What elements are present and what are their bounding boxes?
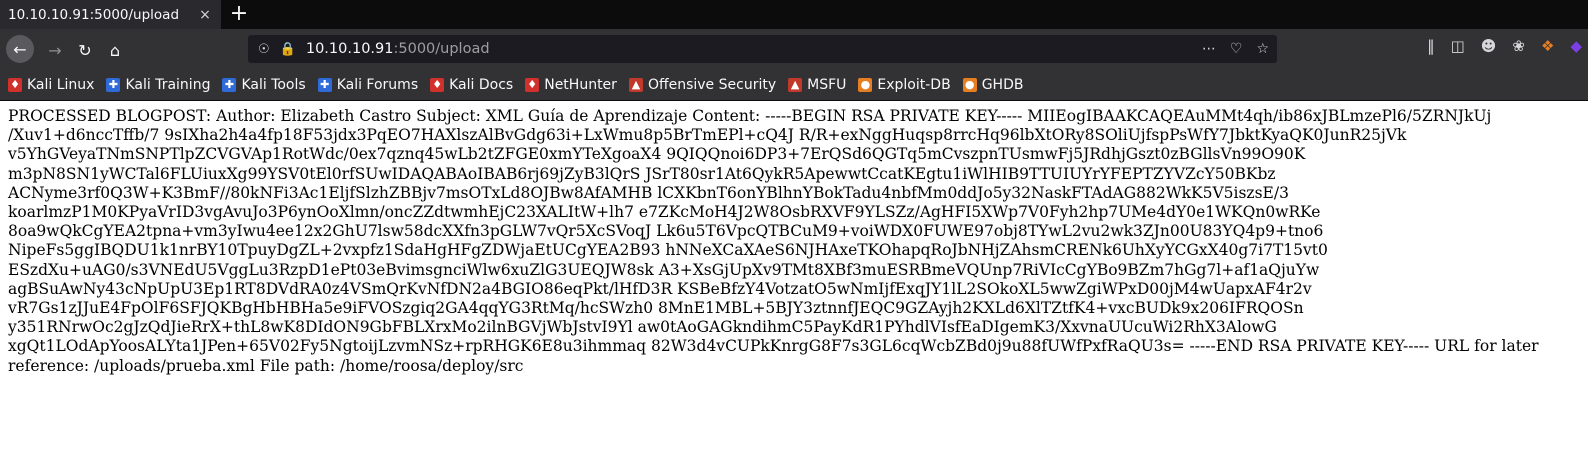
kali-icon: ♦ xyxy=(8,78,22,92)
url-path: :5000/upload xyxy=(393,41,490,57)
content-line: ACNyme3rf0Q3W+K3BmF//80kNFi3Ac1EljfSlzhZ… xyxy=(8,183,1289,202)
offsec-icon: ▲ xyxy=(628,78,643,92)
ghdb-icon: ● xyxy=(962,78,977,92)
content-line: /Xuv1+d6nccTffb/7 9sIXha2h4a4fp18F53jdx3… xyxy=(8,126,1407,145)
account-icon[interactable]: ☻ xyxy=(1481,37,1497,63)
content-line: koarlmzP1M0KPyaVrID3vgAvuJo3P6ynOoXlmn/o… xyxy=(8,203,1321,222)
tracking-shield-icon[interactable]: ☉ xyxy=(258,42,270,57)
msfu-icon: ▲ xyxy=(788,78,803,92)
tab-upload[interactable]: 10.10.10.91:5000/upload × xyxy=(0,0,221,29)
address-bar[interactable]: ☉ 🔒 10.10.10.91:5000/upload ⋯ ♡ ☆ xyxy=(248,35,1277,63)
kali-forums-icon: ✚ xyxy=(317,78,332,92)
content-line: NipeFs5ggIBQDU1k1nrBY10TpuyDgZL+2vxpfz1S… xyxy=(8,241,1328,260)
content-line: 8oa9wQkCgYEA2tpna+vm3yIwu4ee12x2GhU7lsw5… xyxy=(8,222,1324,241)
content-line: xgQt1LOdApYoosALYta1JPen+65V02Fy5NgtoijL… xyxy=(8,337,1539,356)
extensions-icon[interactable]: ❀ xyxy=(1512,37,1525,63)
content-line: reference: /uploads/prueba.xml File path… xyxy=(8,356,524,375)
content-line: ESzdXu+uAG0/s3VNEdU5VggLu3RzpD1ePt03eBvi… xyxy=(8,260,1320,279)
content-line: m3pN8SN1yWCTal6FLUiuxXg99YSV0tEl0rfSUwID… xyxy=(8,164,1276,183)
home-icon[interactable]: ⌂ xyxy=(102,37,128,63)
pocket-icon[interactable]: ♡ xyxy=(1230,41,1243,57)
new-tab-button[interactable]: + xyxy=(228,0,250,29)
bookmark-msfu[interactable]: ▲ MSFU xyxy=(788,77,846,93)
library-icon[interactable]: ‖ xyxy=(1427,37,1435,63)
forward-arrow-icon[interactable]: → xyxy=(42,37,68,63)
url-host: 10.10.10.91 xyxy=(305,41,394,57)
bookmark-exploit-db[interactable]: ● Exploit-DB xyxy=(858,77,951,93)
bookmark-ghdb[interactable]: ● GHDB xyxy=(962,77,1023,93)
content-line: y351RNrwOc2gJzQdJieRrX+thL8wK8DIdON9GbFB… xyxy=(8,318,1277,337)
page-actions-icon[interactable]: ⋯ xyxy=(1202,41,1216,57)
sidebar-icon[interactable]: ◫ xyxy=(1451,37,1465,63)
bookmark-offensive-security[interactable]: ▲ Offensive Security xyxy=(628,77,776,93)
toolbar-icons: ‖ ◫ ☻ ❀ ❖ ◆ xyxy=(1427,37,1588,63)
bookmark-kali-tools[interactable]: ✚ Kali Tools xyxy=(222,77,306,93)
page-content: PROCESSED BLOGPOST: Author: Elizabeth Ca… xyxy=(0,101,1588,376)
addon-icon[interactable]: ◆ xyxy=(1570,37,1582,63)
close-tab-icon[interactable]: × xyxy=(195,7,215,23)
bookmark-kali-forums[interactable]: ✚ Kali Forums xyxy=(317,77,418,93)
bookmark-kali-docs[interactable]: ♦ Kali Docs xyxy=(430,77,513,93)
nethunter-icon: ♦ xyxy=(525,78,540,92)
reload-icon[interactable]: ↻ xyxy=(72,37,98,63)
kali-training-icon: ✚ xyxy=(106,78,121,92)
content-line: vR7Gs1zJJuE4FpOlF6SFJQKBgHbHBHa5e9iFVOSz… xyxy=(8,299,1304,318)
url-text[interactable]: 10.10.10.91:5000/upload xyxy=(306,41,490,57)
kali-tools-icon: ✚ xyxy=(222,78,237,92)
bookmark-nethunter[interactable]: ♦ NetHunter xyxy=(525,77,617,93)
content-line: v5YhGVeyaTNmSNPTlpZCVGVAp1RotWdc/0ex7qzn… xyxy=(8,145,1306,164)
bookmark-kali-linux[interactable]: ♦ Kali Linux xyxy=(8,77,94,93)
kali-docs-icon: ♦ xyxy=(430,78,445,92)
content-line: PROCESSED BLOGPOST: Author: Elizabeth Ca… xyxy=(8,107,1492,125)
bookmark-kali-training[interactable]: ✚ Kali Training xyxy=(106,77,210,93)
tab-title: 10.10.10.91:5000/upload xyxy=(8,6,180,23)
bookmarks-toolbar: ♦ Kali Linux ✚ Kali Training ✚ Kali Tools ✚… xyxy=(0,70,1588,101)
tab-strip: 10.10.10.91:5000/upload × + xyxy=(0,0,1588,29)
content-line: agBSuAwNy43cNpUpU3Ep1RT8DVdRA0z4VSmQrKvN… xyxy=(8,279,1312,298)
foxyproxy-icon[interactable]: ❖ xyxy=(1541,37,1554,63)
exploit-db-icon: ● xyxy=(858,78,873,92)
back-arrow-icon[interactable]: ← xyxy=(6,35,34,63)
bookmark-star-icon[interactable]: ☆ xyxy=(1256,41,1269,57)
insecure-lock-icon[interactable]: 🔒 xyxy=(280,42,296,57)
navigation-toolbar: ← → ↻ ⌂ ☉ 🔒 10.10.10.91:5000/upload ⋯ ♡ … xyxy=(0,29,1588,70)
